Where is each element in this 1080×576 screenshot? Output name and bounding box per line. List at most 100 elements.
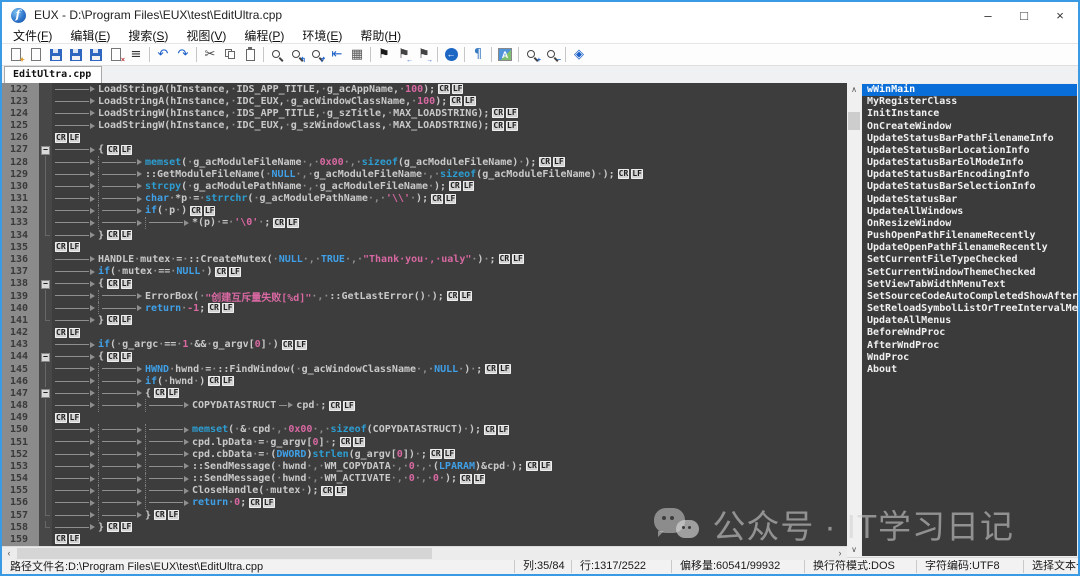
menu-item-H[interactable]: 帮助(H) [351, 27, 410, 44]
replace-icon[interactable]: ⇤ [327, 45, 347, 64]
code-line[interactable]: 146if(·hwnd·)CRLF [2, 375, 847, 387]
line-number[interactable]: 135 [2, 241, 39, 253]
code-line[interactable]: 131char·*p·=·strrchr(·g_acModulePathName… [2, 193, 847, 205]
next-bookmark-icon[interactable]: ⚑→ [414, 45, 434, 64]
function-list-item[interactable]: OnCreateWindow [862, 121, 1077, 133]
scroll-down-icon[interactable]: ∨ [847, 543, 861, 557]
code-line[interactable]: 134}CRLF [2, 229, 847, 241]
function-list-item[interactable]: UpdateStatusBarEolModeInfo [862, 157, 1077, 169]
line-number[interactable]: 143 [2, 339, 39, 351]
menu-item-F[interactable]: 文件(F) [4, 27, 61, 44]
line-number[interactable]: 152 [2, 448, 39, 460]
function-list-item[interactable]: OnResizeWindow [862, 218, 1077, 230]
code-line[interactable]: 127−{CRLF [2, 144, 847, 156]
fold-collapse-icon[interactable]: − [41, 280, 50, 289]
function-list-item[interactable]: SetCurrentWindowThemeChecked [862, 267, 1077, 279]
code-line[interactable]: 152cpd.cbData·=·(DWORD)strlen(g_argv[0])… [2, 448, 847, 460]
navigate-back-icon[interactable]: ← [441, 45, 461, 64]
line-number[interactable]: 149 [2, 412, 39, 424]
scroll-right-icon[interactable]: › [833, 547, 847, 560]
code-line[interactable]: 135CRLF [2, 241, 847, 253]
code-line[interactable]: 149CRLF [2, 412, 847, 424]
new-file-icon[interactable]: ✦ [6, 45, 26, 64]
open-file-icon[interactable] [26, 45, 46, 64]
line-number[interactable]: 132 [2, 205, 39, 217]
line-number[interactable]: 145 [2, 363, 39, 375]
code-line[interactable]: 137if(·mutex·==·NULL·)CRLF [2, 266, 847, 278]
redo-icon[interactable]: ↷ [173, 45, 193, 64]
save-file-icon[interactable] [46, 45, 66, 64]
code-line[interactable]: 141}CRLF [2, 314, 847, 326]
function-list-item[interactable]: MyRegisterClass [862, 96, 1077, 108]
line-number[interactable]: 144 [2, 351, 39, 363]
line-number[interactable]: 150 [2, 424, 39, 436]
code-line[interactable]: 148COPYDATASTRUCTcpd·;CRLF [2, 399, 847, 411]
code-line[interactable]: 140return·-1;CRLF [2, 302, 847, 314]
maximize-button[interactable]: □ [1006, 2, 1042, 28]
fold-margin[interactable]: − [39, 351, 52, 363]
line-ending-icon[interactable]: ¶ [468, 45, 488, 64]
line-number[interactable]: 137 [2, 266, 39, 278]
line-number[interactable]: 153 [2, 460, 39, 472]
function-list-item[interactable]: WndProc [862, 352, 1077, 364]
vertical-scrollbar[interactable]: ∧ ∨ [847, 83, 861, 557]
find-prev-icon[interactable]: ↰ [287, 45, 307, 64]
function-list-item[interactable]: UpdateStatusBarSelectionInfo [862, 181, 1077, 193]
menu-item-V[interactable]: 视图(V) [177, 27, 235, 44]
code-line[interactable]: 129::GetModuleFileName(·NULL·,·g_acModul… [2, 168, 847, 180]
line-number[interactable]: 125 [2, 120, 39, 132]
line-number[interactable]: 155 [2, 485, 39, 497]
function-list-item[interactable]: SetSourceCodeAutoCompletedShowAfter [862, 291, 1077, 303]
code-line[interactable]: 143if(·g_argc·==·1·&&·g_argv[0]·)CRLF [2, 339, 847, 351]
code-line[interactable]: 145HWND·hwnd·=·::FindWindow(·g_acWindowC… [2, 363, 847, 375]
code-line[interactable]: 126CRLF [2, 132, 847, 144]
code-line[interactable]: 156return·0;CRLF [2, 497, 847, 509]
code-line[interactable]: 139ErrorBox(·"创建互斥量失败[%d]"·,·::GetLastEr… [2, 290, 847, 302]
toggle-bookmark-icon[interactable]: ⚑ [374, 45, 394, 64]
function-list-item[interactable]: InitInstance [862, 108, 1077, 120]
paste-icon[interactable] [240, 45, 260, 64]
code-line[interactable]: 153::SendMessage(·hwnd·,·WM_COPYDATA·,·0… [2, 460, 847, 472]
line-number[interactable]: 122 [2, 83, 39, 95]
function-list-item[interactable]: SetReloadSymbolListOrTreeIntervalMe [862, 303, 1077, 315]
function-list-item[interactable]: UpdateAllWindows [862, 206, 1077, 218]
line-number[interactable]: 156 [2, 497, 39, 509]
code-line[interactable]: 138−{CRLF [2, 278, 847, 290]
line-number[interactable]: 127 [2, 144, 39, 156]
code-line[interactable]: 124LoadStringW(hInstance,·IDS_APP_TITLE,… [2, 107, 847, 119]
line-number[interactable]: 140 [2, 302, 39, 314]
minimize-button[interactable]: – [970, 2, 1006, 28]
function-list-item[interactable]: PushOpenPathFilenameRecently [862, 230, 1077, 242]
code-line[interactable]: 123LoadStringA(hInstance,·IDC_EUX,·g_acW… [2, 95, 847, 107]
line-number[interactable]: 131 [2, 193, 39, 205]
fold-margin[interactable]: − [39, 144, 52, 156]
code-area[interactable]: 122LoadStringA(hInstance,·IDS_APP_TITLE,… [2, 83, 847, 546]
function-list-item[interactable]: wWinMain [862, 84, 1077, 96]
horizontal-scrollbar-thumb[interactable] [17, 548, 432, 559]
code-line[interactable]: 142CRLF [2, 326, 847, 338]
file-tab[interactable]: EditUltra.cpp [4, 66, 102, 83]
close-button[interactable]: × [1042, 2, 1078, 28]
fold-margin[interactable]: − [39, 387, 52, 399]
line-number[interactable]: 146 [2, 375, 39, 387]
line-number[interactable]: 141 [2, 314, 39, 326]
find-icon[interactable] [267, 45, 287, 64]
line-number[interactable]: 129 [2, 168, 39, 180]
line-number[interactable]: 142 [2, 326, 39, 338]
line-number[interactable]: 159 [2, 533, 39, 545]
code-line[interactable]: 158}CRLF [2, 521, 847, 533]
menu-item-E[interactable]: 编辑(E) [61, 27, 119, 44]
code-line[interactable]: 133*(p)·=·'\0'·;CRLF [2, 217, 847, 229]
horizontal-scrollbar[interactable]: ‹ › [2, 546, 847, 560]
fold-collapse-icon[interactable]: − [41, 389, 50, 398]
function-list-item[interactable]: UpdateStatusBarEncodingInfo [862, 169, 1077, 181]
code-line[interactable]: 122LoadStringA(hInstance,·IDS_APP_TITLE,… [2, 83, 847, 95]
line-number[interactable]: 157 [2, 509, 39, 521]
document-list-icon[interactable]: ≡ [126, 45, 146, 64]
function-list-item[interactable]: UpdateAllMenus [862, 315, 1077, 327]
line-number[interactable]: 151 [2, 436, 39, 448]
function-list-item[interactable]: UpdateStatusBar [862, 194, 1077, 206]
line-number[interactable]: 128 [2, 156, 39, 168]
vertical-scrollbar-thumb[interactable] [848, 112, 860, 130]
syntax-color-icon[interactable]: A [495, 45, 515, 64]
